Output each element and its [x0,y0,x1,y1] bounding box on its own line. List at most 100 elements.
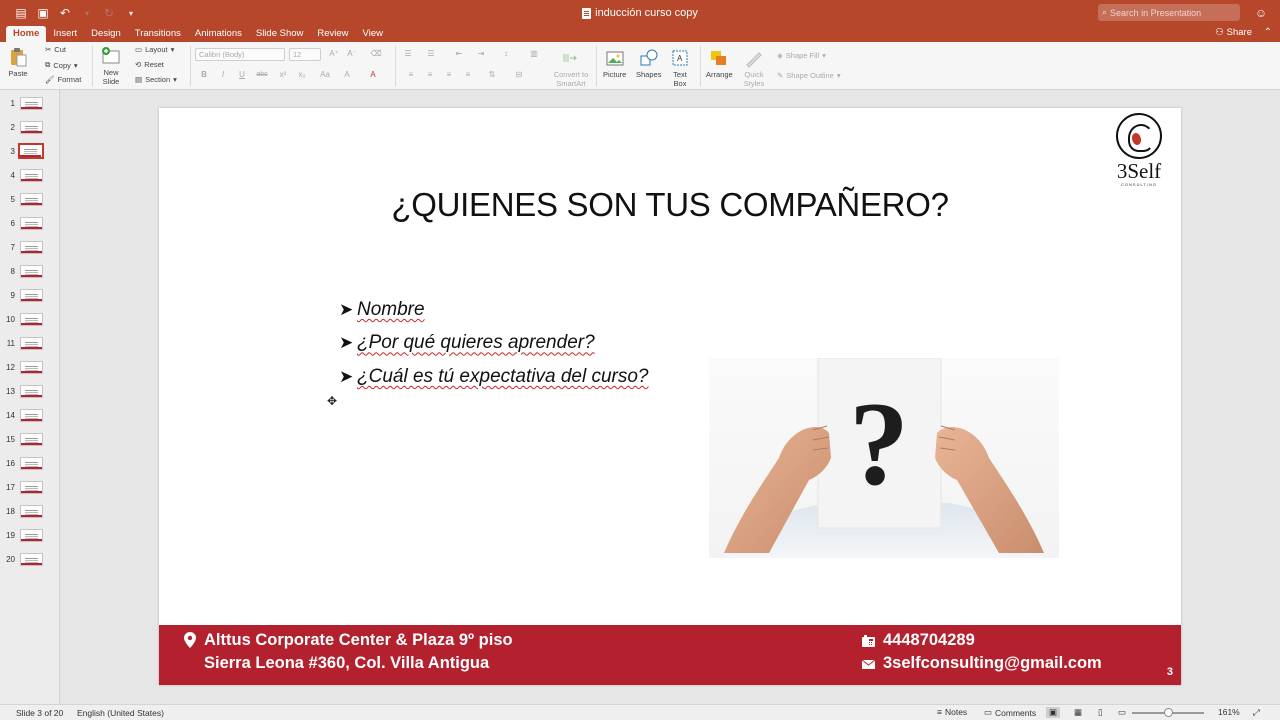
align-left-icon[interactable]: ≡ [404,69,418,81]
thumbnail-row[interactable]: 15 [0,429,60,449]
indent-icon[interactable]: ⇥ [474,48,488,60]
thumbnail-row[interactable]: 1 [0,93,60,113]
line-spacing-icon[interactable]: ↕ [499,48,513,60]
cut-button[interactable]: ✂ Cut [45,45,66,54]
thumbnail-row[interactable]: 19 [0,525,60,545]
slide-thumbnail[interactable] [20,432,43,446]
slide-thumbnail[interactable] [20,312,43,326]
thumbnail-row[interactable]: 14 [0,405,60,425]
convert-smartart-button[interactable]: Convert to SmartArt [550,48,592,88]
thumbnail-row[interactable]: 11 [0,333,60,353]
reading-view-button[interactable]: ▯ [1098,707,1103,718]
section-button[interactable]: ▤ Section ▾ [135,75,177,84]
bullets-icon[interactable]: ☰ [401,48,415,60]
subscript-icon[interactable]: x₂ [295,69,309,81]
numbering-icon[interactable]: ☰ [424,48,438,60]
save-icon[interactable]: ▣ [36,6,50,20]
reset-button[interactable]: ⟲ Reset [135,60,164,69]
undo-icon[interactable]: ↶ [58,6,72,20]
tab-design[interactable]: Design [84,26,128,42]
change-case-icon[interactable]: Aa [318,69,332,81]
tab-transitions[interactable]: Transitions [128,26,188,42]
slide-thumbnail[interactable] [20,384,43,398]
thumbnail-row[interactable]: 13 [0,381,60,401]
shape-outline-button[interactable]: ✎ Shape Outline ▾ [777,71,841,80]
thumbnail-row[interactable]: 17 [0,477,60,497]
increase-font-icon[interactable]: A⁺ [327,48,341,60]
format-painter-button[interactable]: 🖌 Format [45,75,81,84]
sidebar-toggle-icon[interactable]: ▤ [14,6,28,20]
slide-thumbnail[interactable] [20,336,43,350]
collapse-ribbon-icon[interactable]: ⌃ [1264,27,1272,38]
share-button[interactable]: ⚇ Share [1215,27,1252,38]
thumbnail-row[interactable]: 2 [0,117,60,137]
zoom-level[interactable]: 161% [1218,707,1240,717]
slide-3[interactable]: 3Self CONSULTING ¿QUIENES SON TUS COMPAÑ… [159,108,1181,685]
slide-thumbnail[interactable] [20,360,43,374]
slide-thumbnail[interactable] [20,192,43,206]
customize-toolbar-icon[interactable]: ▾ [124,6,138,20]
new-slide-button[interactable]: New Slide [98,46,124,86]
text-direction-icon[interactable]: ⇅ [485,69,499,81]
layout-button[interactable]: ▭ Layout ▾ [135,45,174,54]
decrease-font-icon[interactable]: A⁻ [345,48,359,60]
arrange-button[interactable]: Arrange [706,48,733,79]
tab-animations[interactable]: Animations [188,26,249,42]
slide-title[interactable]: ¿QUIENES SON TUS COMPAÑERO? [159,186,1181,224]
slide-thumbnail[interactable] [20,216,43,230]
slide-thumbnail[interactable] [20,456,43,470]
thumbnail-row[interactable]: 18 [0,501,60,521]
tab-home[interactable]: Home [6,26,47,42]
bold-icon[interactable]: B [197,69,211,81]
align-text-icon[interactable]: ⊟ [512,69,526,81]
redo-icon[interactable]: ↻ [102,6,116,20]
notes-button[interactable]: ≡ Notes [937,707,967,717]
slide-sorter-button[interactable]: ▦ [1074,707,1082,718]
thumbnail-row[interactable]: 12 [0,357,60,377]
slide-thumbnail[interactable] [20,288,43,302]
thumbnail-row[interactable]: 5 [0,189,60,209]
fit-to-window-icon[interactable]: ⤢ [1253,707,1260,718]
thumbnail-row[interactable]: 16 [0,453,60,473]
thumbnail-row[interactable]: 10 [0,309,60,329]
slide-thumbnail[interactable] [20,240,43,254]
thumbnail-row[interactable]: 9 [0,285,60,305]
text-box-button[interactable]: A Text Box [670,48,690,88]
slide-thumbnail[interactable] [20,120,43,134]
tab-slide-show[interactable]: Slide Show [249,26,311,42]
outdent-icon[interactable]: ⇤ [452,48,466,60]
slide-thumbnail[interactable] [20,552,43,566]
slide-thumbnail[interactable] [20,408,43,422]
align-right-icon[interactable]: ≡ [442,69,456,81]
tab-review[interactable]: Review [310,26,355,42]
font-size-field[interactable]: 12 [289,48,321,61]
slide-thumbnail[interactable] [20,96,43,110]
align-center-icon[interactable]: ≡ [423,69,437,81]
italic-icon[interactable]: I [216,69,230,81]
quick-styles-button[interactable]: Quick Styles [742,48,766,88]
thumbnail-row[interactable]: 4 [0,165,60,185]
slide-thumbnail[interactable] [18,143,44,159]
justify-icon[interactable]: ≡ [461,69,475,81]
smiley-feedback-icon[interactable]: ☺ [1254,6,1268,20]
undo-dropdown-icon[interactable]: ▾ [80,6,94,20]
tab-view[interactable]: View [356,26,390,42]
slide-thumbnail[interactable] [20,504,43,518]
columns-icon[interactable]: ▥ [527,48,541,60]
zoom-slider-handle[interactable] [1164,708,1173,717]
slide-thumbnail[interactable] [20,168,43,182]
thumbnail-row[interactable]: 6 [0,213,60,233]
normal-view-button[interactable]: ▣ [1046,707,1061,718]
strikethrough-icon[interactable]: abc [255,69,269,81]
paste-button[interactable]: Paste [8,47,28,78]
slideshow-button[interactable]: ▭ [1118,707,1126,718]
highlight-icon[interactable]: A [340,69,354,81]
tab-insert[interactable]: Insert [46,26,84,42]
clear-format-icon[interactable]: ⌫ [369,48,383,60]
shapes-button[interactable]: Shapes [636,48,661,79]
font-color-icon[interactable]: A [366,69,380,81]
thumbnail-row[interactable]: 8 [0,261,60,281]
search-input[interactable] [1110,7,1231,18]
font-name-field[interactable]: Calibri (Body) [195,48,285,61]
language-indicator[interactable]: English (United States) [77,708,164,718]
